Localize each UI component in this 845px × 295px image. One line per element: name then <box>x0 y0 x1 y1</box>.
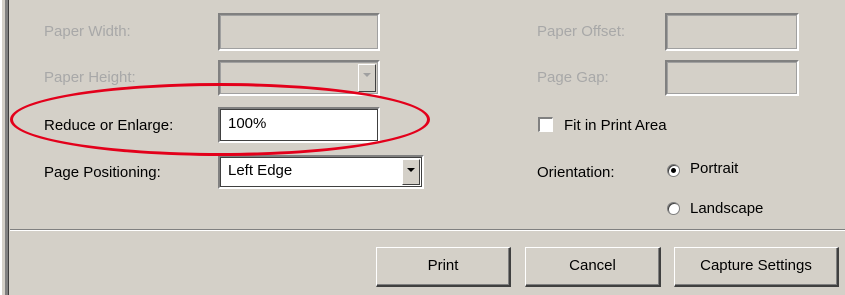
print-button[interactable]: Print <box>376 247 511 287</box>
dropdown-arrow-icon <box>363 73 371 77</box>
fit-in-print-area-checkbox[interactable] <box>538 117 553 132</box>
paper-height-label: Paper Height: <box>44 69 136 86</box>
dropdown-arrow-icon <box>407 168 415 172</box>
highlight-ellipse <box>10 83 430 156</box>
window-edge-highlight <box>0 0 2 295</box>
landscape-label[interactable]: Landscape <box>690 200 763 217</box>
orientation-label: Orientation: <box>537 164 615 181</box>
paper-width-label: Paper Width: <box>44 23 131 40</box>
page-positioning-select[interactable]: Left Edge <box>218 155 424 189</box>
page-positioning-label: Page Positioning: <box>44 164 161 181</box>
portrait-radio[interactable] <box>667 164 680 177</box>
window-edge-dark <box>8 0 9 295</box>
paper-offset-label: Paper Offset: <box>537 23 626 40</box>
page-gap-label: Page Gap: <box>537 69 609 86</box>
paper-height-dropdown-button <box>358 64 376 92</box>
portrait-label[interactable]: Portrait <box>690 160 738 177</box>
page-gap-field <box>665 60 799 96</box>
group-divider-highlight <box>10 230 845 231</box>
page-positioning-value: Left Edge <box>228 162 293 179</box>
radio-selected-dot <box>671 168 676 173</box>
landscape-radio[interactable] <box>667 202 680 215</box>
paper-offset-field <box>665 13 799 51</box>
cancel-button[interactable]: Cancel <box>525 247 661 287</box>
paper-width-field <box>218 13 380 51</box>
fit-in-print-area-label[interactable]: Fit in Print Area <box>564 117 667 134</box>
capture-settings-button[interactable]: Capture Settings <box>674 247 839 287</box>
page-positioning-dropdown-button[interactable] <box>402 159 420 185</box>
